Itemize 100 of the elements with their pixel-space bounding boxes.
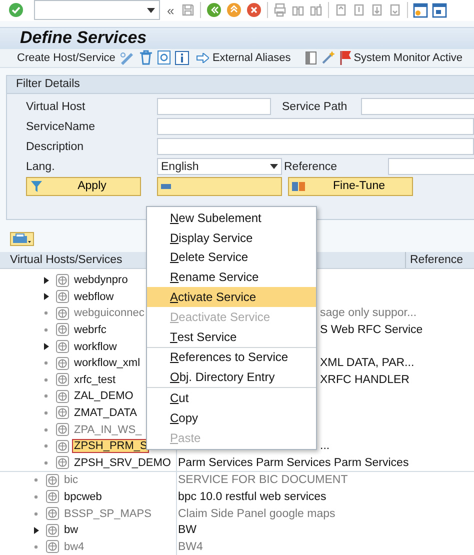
action-button[interactable]: Fine-Tune [288, 176, 413, 196]
service-name[interactable]: bw4 [62, 540, 86, 554]
input-field[interactable] [361, 98, 474, 116]
service-description: XRFC HANDLER [320, 374, 410, 386]
dropdown-caret-icon [270, 164, 278, 170]
service-name[interactable]: BSSP_SP_MAPS [62, 506, 154, 521]
expand-arrow-icon[interactable] [44, 276, 49, 284]
field-label: Service Path [282, 100, 348, 113]
service-description: XML DATA, PAR... [320, 357, 414, 370]
menu-item[interactable]: Delete Service [147, 248, 316, 268]
menu-item[interactable]: Cut [147, 388, 316, 408]
find-next-icon[interactable] [309, 3, 324, 18]
layout-icon [292, 180, 305, 193]
edit-icon[interactable] [119, 50, 136, 65]
save-icon[interactable] [181, 3, 196, 18]
section-header: Filter Details [7, 76, 474, 94]
language-dropdown[interactable]: English [157, 158, 282, 176]
service-name[interactable]: ZPA_IN_WS_ [72, 422, 144, 437]
service-name[interactable]: webflow [72, 290, 116, 304]
service-icon [56, 306, 69, 320]
command-field[interactable] [34, 0, 160, 20]
input-field[interactable] [157, 98, 271, 116]
next-page-icon[interactable] [370, 3, 384, 18]
service-icon [56, 423, 69, 436]
input-field[interactable] [157, 118, 474, 136]
print-button[interactable] [10, 232, 34, 246]
action-button[interactable]: Apply [26, 176, 141, 196]
service-icon [46, 524, 59, 537]
service-icon [56, 274, 69, 287]
service-name[interactable]: webguiconnec [72, 306, 146, 320]
first-page-icon[interactable] [334, 3, 348, 18]
cancel-icon[interactable] [246, 2, 262, 18]
new-window-icon[interactable] [413, 2, 428, 18]
menu-item[interactable]: New Subelement [147, 208, 316, 228]
expand-arrow-icon[interactable] [34, 526, 39, 534]
service-name[interactable]: bpcweb [62, 490, 104, 504]
info-icon[interactable] [175, 50, 190, 65]
magic-wand-icon[interactable] [320, 50, 336, 66]
field-label: ServiceName [26, 120, 96, 133]
service-description: BW4 [178, 540, 203, 553]
dropdown-caret-icon [147, 8, 155, 13]
last-page-icon[interactable] [388, 3, 402, 18]
service-name[interactable]: bic [62, 473, 80, 488]
action-button[interactable] [157, 176, 282, 196]
arrow-right-icon [196, 52, 210, 63]
input-field[interactable] [157, 138, 474, 156]
service-description: BW [178, 524, 197, 536]
menu-item[interactable]: Rename Service [147, 267, 316, 288]
service-name[interactable]: bw [62, 523, 80, 538]
delete-icon[interactable] [139, 50, 154, 66]
service-icon [56, 290, 69, 304]
system-monitor-button[interactable]: System Monitor Active [340, 50, 463, 66]
expand-arrow-icon[interactable] [44, 293, 49, 300]
menu-item[interactable]: Display Service [147, 228, 316, 248]
external-aliases-button[interactable]: External Aliases [196, 52, 291, 64]
service-description: S Web RFC Service [320, 324, 423, 336]
service-description: Claim Side Panel google maps [178, 508, 336, 520]
field-label: Reference [283, 160, 338, 173]
service-name[interactable]: ZAL_DEMO [72, 389, 136, 404]
refresh-icon[interactable] [157, 50, 172, 66]
menu-item[interactable]: Copy [147, 408, 316, 428]
service-icon [46, 507, 59, 520]
service-name[interactable]: workflow [72, 340, 119, 354]
exit-icon[interactable] [226, 2, 242, 18]
collapse-toggle[interactable]: « [167, 2, 174, 18]
service-name[interactable]: webdynpro [72, 273, 130, 288]
menu-item[interactable]: Obj. Directory Entry [147, 367, 316, 388]
service-icon [56, 440, 69, 453]
menu-item[interactable]: Activate Service [147, 287, 316, 307]
service-icon [56, 406, 69, 420]
service-icon [56, 373, 69, 386]
service-name[interactable]: workflow_xml [72, 356, 142, 370]
list-icon [161, 184, 171, 189]
document-icon[interactable] [304, 50, 317, 65]
expand-arrow-icon[interactable] [44, 343, 49, 350]
previous-page-icon[interactable] [352, 3, 366, 18]
service-icon [46, 490, 59, 504]
service-description: bpc 10.0 restful web services [178, 490, 326, 503]
menu-item[interactable]: Test Service [147, 326, 316, 347]
service-description: Parm Services Parm Services Parm Services [178, 456, 409, 469]
create-host-service-button[interactable]: Create Host/Service [17, 52, 116, 64]
field-label: Lang. [26, 160, 56, 173]
page-title: Define Services [20, 28, 147, 48]
print-icon[interactable] [273, 3, 288, 18]
service-name[interactable]: webrfc [72, 322, 108, 337]
column-header[interactable]: Virtual Hosts/Services [10, 254, 122, 266]
window-icon[interactable] [432, 2, 448, 18]
service-name[interactable]: ZPSH_SRV_DEMO [72, 456, 173, 470]
service-icon [56, 390, 69, 403]
menu-item[interactable]: References to Service [147, 348, 316, 368]
service-name[interactable]: xrfc_test [72, 372, 118, 387]
enter-icon[interactable] [8, 2, 24, 18]
field-label: Description [26, 140, 85, 153]
filter-icon [30, 180, 43, 193]
service-name[interactable]: ZPSH_PRM_S [72, 439, 150, 454]
column-header[interactable]: Reference [410, 254, 464, 266]
back-icon[interactable] [206, 2, 222, 18]
service-description: ... [320, 440, 330, 452]
service-name[interactable]: ZMAT_DATA [72, 406, 139, 420]
field-label: Virtual Host [26, 100, 86, 113]
